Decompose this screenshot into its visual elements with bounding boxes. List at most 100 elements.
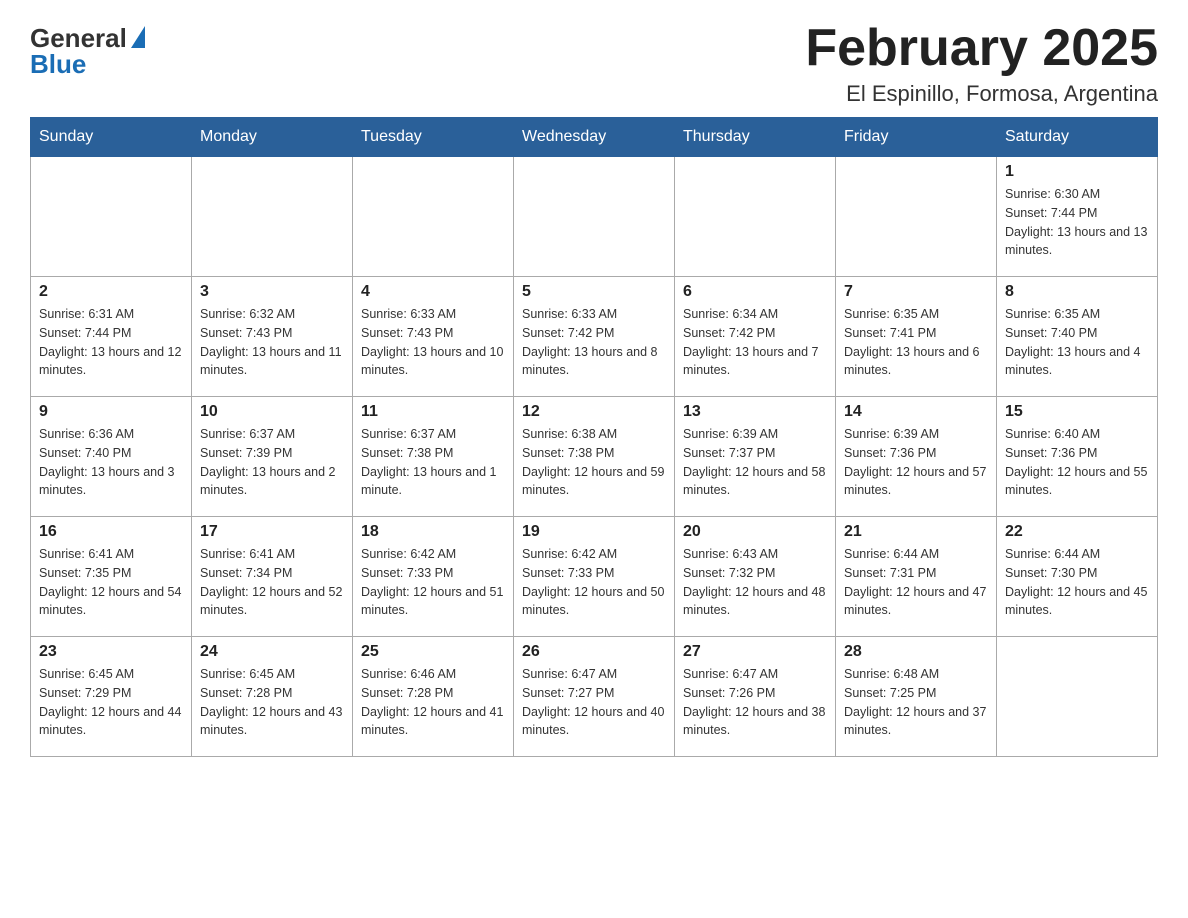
day-info: Sunrise: 6:37 AMSunset: 7:38 PMDaylight:… bbox=[361, 425, 505, 500]
calendar-week-row: 2 Sunrise: 6:31 AMSunset: 7:44 PMDaylight… bbox=[31, 277, 1158, 397]
calendar-cell: 5 Sunrise: 6:33 AMSunset: 7:42 PMDaylight… bbox=[514, 277, 675, 397]
day-info: Sunrise: 6:31 AMSunset: 7:44 PMDaylight:… bbox=[39, 305, 183, 380]
day-info: Sunrise: 6:46 AMSunset: 7:28 PMDaylight:… bbox=[361, 665, 505, 740]
day-header-tuesday: Tuesday bbox=[353, 118, 514, 157]
day-number: 18 bbox=[361, 523, 505, 541]
day-number: 9 bbox=[39, 403, 183, 421]
day-number: 14 bbox=[844, 403, 988, 421]
day-info: Sunrise: 6:42 AMSunset: 7:33 PMDaylight:… bbox=[522, 545, 666, 620]
day-info: Sunrise: 6:48 AMSunset: 7:25 PMDaylight:… bbox=[844, 665, 988, 740]
calendar-cell bbox=[31, 157, 192, 277]
calendar-cell: 23Sunrise: 6:45 AMSunset: 7:29 PMDayligh… bbox=[31, 637, 192, 757]
logo-general-text: General bbox=[30, 25, 127, 51]
day-number: 16 bbox=[39, 523, 183, 541]
calendar-cell bbox=[997, 637, 1158, 757]
calendar-cell: 10 Sunrise: 6:37 AMSunset: 7:39 PMDayligh… bbox=[192, 397, 353, 517]
calendar-cell: 28 Sunrise: 6:48 AMSunset: 7:25 PMDayligh… bbox=[836, 637, 997, 757]
day-number: 27 bbox=[683, 643, 827, 661]
day-header-monday: Monday bbox=[192, 118, 353, 157]
calendar-week-row: 16Sunrise: 6:41 AMSunset: 7:35 PMDayligh… bbox=[31, 517, 1158, 637]
day-number: 7 bbox=[844, 283, 988, 301]
calendar-cell bbox=[192, 157, 353, 277]
calendar-cell bbox=[675, 157, 836, 277]
logo-triangle-icon bbox=[131, 26, 145, 48]
day-info: Sunrise: 6:33 AMSunset: 7:43 PMDaylight:… bbox=[361, 305, 505, 380]
day-info: Sunrise: 6:45 AMSunset: 7:29 PMDaylight:… bbox=[39, 665, 183, 740]
calendar-cell: 8 Sunrise: 6:35 AMSunset: 7:40 PMDaylight… bbox=[997, 277, 1158, 397]
day-number: 24 bbox=[200, 643, 344, 661]
calendar-table: SundayMondayTuesdayWednesdayThursdayFrid… bbox=[30, 117, 1158, 757]
day-info: Sunrise: 6:41 AMSunset: 7:34 PMDaylight:… bbox=[200, 545, 344, 620]
calendar-cell bbox=[353, 157, 514, 277]
calendar-cell: 12 Sunrise: 6:38 AMSunset: 7:38 PMDayligh… bbox=[514, 397, 675, 517]
page-subtitle: El Espinillo, Formosa, Argentina bbox=[805, 81, 1158, 107]
calendar-cell: 13 Sunrise: 6:39 AMSunset: 7:37 PMDayligh… bbox=[675, 397, 836, 517]
day-info: Sunrise: 6:38 AMSunset: 7:38 PMDaylight:… bbox=[522, 425, 666, 500]
calendar-cell: 27 Sunrise: 6:47 AMSunset: 7:26 PMDayligh… bbox=[675, 637, 836, 757]
calendar-cell: 2 Sunrise: 6:31 AMSunset: 7:44 PMDaylight… bbox=[31, 277, 192, 397]
calendar-cell: 3Sunrise: 6:32 AMSunset: 7:43 PMDaylight… bbox=[192, 277, 353, 397]
day-info: Sunrise: 6:30 AMSunset: 7:44 PMDaylight:… bbox=[1005, 185, 1149, 260]
day-number: 12 bbox=[522, 403, 666, 421]
day-number: 13 bbox=[683, 403, 827, 421]
logo-blue-text: Blue bbox=[30, 51, 86, 77]
day-number: 25 bbox=[361, 643, 505, 661]
day-number: 15 bbox=[1005, 403, 1149, 421]
calendar-cell: 22 Sunrise: 6:44 AMSunset: 7:30 PMDayligh… bbox=[997, 517, 1158, 637]
day-header-wednesday: Wednesday bbox=[514, 118, 675, 157]
day-number: 11 bbox=[361, 403, 505, 421]
day-number: 8 bbox=[1005, 283, 1149, 301]
day-number: 2 bbox=[39, 283, 183, 301]
page-header: General Blue February 2025 El Espinillo,… bbox=[30, 20, 1158, 107]
day-header-saturday: Saturday bbox=[997, 118, 1158, 157]
day-number: 4 bbox=[361, 283, 505, 301]
calendar-cell: 18 Sunrise: 6:42 AMSunset: 7:33 PMDayligh… bbox=[353, 517, 514, 637]
day-info: Sunrise: 6:37 AMSunset: 7:39 PMDaylight:… bbox=[200, 425, 344, 500]
calendar-cell: 4 Sunrise: 6:33 AMSunset: 7:43 PMDaylight… bbox=[353, 277, 514, 397]
day-number: 21 bbox=[844, 523, 988, 541]
day-header-friday: Friday bbox=[836, 118, 997, 157]
day-info: Sunrise: 6:34 AMSunset: 7:42 PMDaylight:… bbox=[683, 305, 827, 380]
calendar-cell: 21 Sunrise: 6:44 AMSunset: 7:31 PMDayligh… bbox=[836, 517, 997, 637]
calendar-cell: 25 Sunrise: 6:46 AMSunset: 7:28 PMDayligh… bbox=[353, 637, 514, 757]
day-info: Sunrise: 6:40 AMSunset: 7:36 PMDaylight:… bbox=[1005, 425, 1149, 500]
calendar-week-row: 1 Sunrise: 6:30 AMSunset: 7:44 PMDaylight… bbox=[31, 157, 1158, 277]
day-number: 28 bbox=[844, 643, 988, 661]
calendar-header-row: SundayMondayTuesdayWednesdayThursdayFrid… bbox=[31, 118, 1158, 157]
calendar-cell: 17 Sunrise: 6:41 AMSunset: 7:34 PMDayligh… bbox=[192, 517, 353, 637]
calendar-cell: 19 Sunrise: 6:42 AMSunset: 7:33 PMDayligh… bbox=[514, 517, 675, 637]
day-number: 6 bbox=[683, 283, 827, 301]
day-info: Sunrise: 6:47 AMSunset: 7:27 PMDaylight:… bbox=[522, 665, 666, 740]
day-info: Sunrise: 6:44 AMSunset: 7:31 PMDaylight:… bbox=[844, 545, 988, 620]
day-number: 19 bbox=[522, 523, 666, 541]
calendar-cell: 1 Sunrise: 6:30 AMSunset: 7:44 PMDaylight… bbox=[997, 157, 1158, 277]
calendar-cell bbox=[836, 157, 997, 277]
day-header-thursday: Thursday bbox=[675, 118, 836, 157]
day-info: Sunrise: 6:42 AMSunset: 7:33 PMDaylight:… bbox=[361, 545, 505, 620]
day-info: Sunrise: 6:47 AMSunset: 7:26 PMDaylight:… bbox=[683, 665, 827, 740]
day-number: 26 bbox=[522, 643, 666, 661]
day-number: 22 bbox=[1005, 523, 1149, 541]
calendar-week-row: 23Sunrise: 6:45 AMSunset: 7:29 PMDayligh… bbox=[31, 637, 1158, 757]
day-info: Sunrise: 6:43 AMSunset: 7:32 PMDaylight:… bbox=[683, 545, 827, 620]
logo: General Blue bbox=[30, 20, 145, 77]
day-info: Sunrise: 6:33 AMSunset: 7:42 PMDaylight:… bbox=[522, 305, 666, 380]
day-number: 10 bbox=[200, 403, 344, 421]
day-number: 17 bbox=[200, 523, 344, 541]
calendar-cell: 9 Sunrise: 6:36 AMSunset: 7:40 PMDaylight… bbox=[31, 397, 192, 517]
calendar-cell bbox=[514, 157, 675, 277]
day-number: 5 bbox=[522, 283, 666, 301]
calendar-cell: 20Sunrise: 6:43 AMSunset: 7:32 PMDayligh… bbox=[675, 517, 836, 637]
calendar-cell: 26 Sunrise: 6:47 AMSunset: 7:27 PMDayligh… bbox=[514, 637, 675, 757]
day-info: Sunrise: 6:39 AMSunset: 7:37 PMDaylight:… bbox=[683, 425, 827, 500]
calendar-cell: 6 Sunrise: 6:34 AMSunset: 7:42 PMDaylight… bbox=[675, 277, 836, 397]
day-number: 1 bbox=[1005, 163, 1149, 181]
title-block: February 2025 El Espinillo, Formosa, Arg… bbox=[805, 20, 1158, 107]
day-header-sunday: Sunday bbox=[31, 118, 192, 157]
day-info: Sunrise: 6:36 AMSunset: 7:40 PMDaylight:… bbox=[39, 425, 183, 500]
day-info: Sunrise: 6:35 AMSunset: 7:40 PMDaylight:… bbox=[1005, 305, 1149, 380]
calendar-cell: 7Sunrise: 6:35 AMSunset: 7:41 PMDaylight… bbox=[836, 277, 997, 397]
calendar-cell: 11 Sunrise: 6:37 AMSunset: 7:38 PMDayligh… bbox=[353, 397, 514, 517]
day-info: Sunrise: 6:32 AMSunset: 7:43 PMDaylight:… bbox=[200, 305, 344, 380]
day-info: Sunrise: 6:44 AMSunset: 7:30 PMDaylight:… bbox=[1005, 545, 1149, 620]
